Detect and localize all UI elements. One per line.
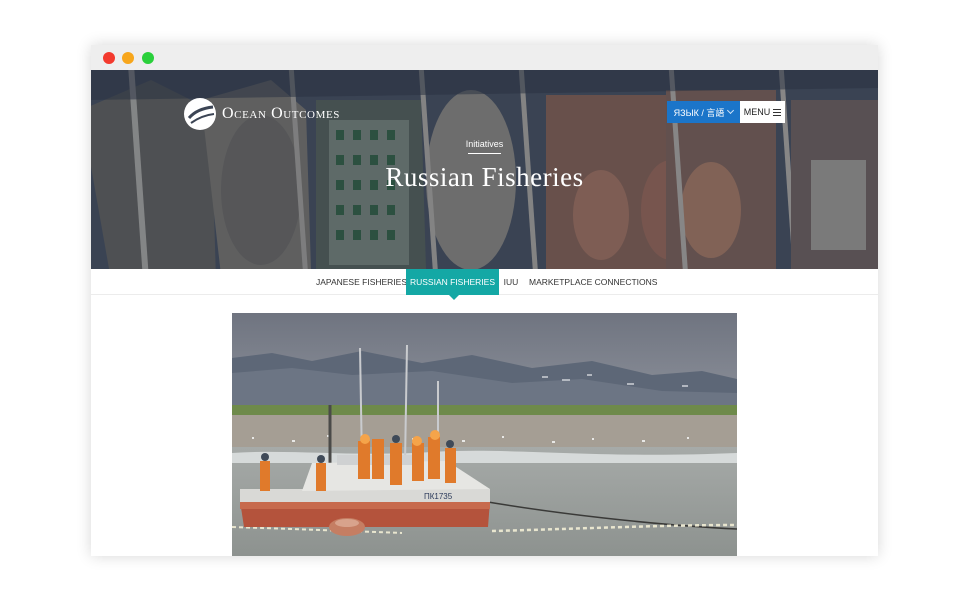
ocean-outcomes-logo-icon <box>184 98 216 130</box>
tab-marketplace-connections[interactable]: MARKETPLACE CONNECTIONS <box>529 269 657 295</box>
language-label: ЯЗЫК / 言語 <box>673 107 725 118</box>
hero-banner: Ocean Outcomes ЯЗЫК / 言語 MENU Initiative… <box>91 70 878 269</box>
fishing-boat-photo: ПК1735 <box>232 313 737 556</box>
initiatives-subnav: JAPANESE FISHERIES RUSSIAN FISHERIES IUU… <box>91 269 878 295</box>
chevron-down-icon <box>727 106 735 115</box>
tab-label: RUSSIAN FISHERIES <box>409 277 496 287</box>
menu-label: MENU <box>743 107 771 117</box>
page-title: Russian Fisheries <box>385 162 584 192</box>
site-logo[interactable]: Ocean Outcomes <box>183 97 353 131</box>
language-selector-button[interactable]: ЯЗЫК / 言語 <box>667 101 740 123</box>
breadcrumb-initiatives[interactable]: Initiatives <box>91 139 878 149</box>
breadcrumb-label: Initiatives <box>465 139 504 149</box>
window-titlebar <box>91 45 878 70</box>
minimize-window-button[interactable] <box>122 52 134 64</box>
hamburger-icon <box>773 108 782 116</box>
tab-label: JAPANESE FISHERIES <box>316 277 408 287</box>
tab-label: IUU <box>503 277 519 287</box>
tab-russian-fisheries[interactable]: RUSSIAN FISHERIES <box>406 269 499 295</box>
eyebrow-underline <box>468 153 501 154</box>
menu-button[interactable]: MENU <box>740 101 785 123</box>
active-tab-caret <box>449 295 459 300</box>
browser-window: Ocean Outcomes ЯЗЫК / 言語 MENU Initiative… <box>91 45 878 556</box>
tab-label: MARKETPLACE CONNECTIONS <box>529 277 658 287</box>
logo-text: Ocean Outcomes <box>222 105 341 122</box>
fishing-boat-image: ПК1735 <box>232 313 737 556</box>
boat-number-label: ПК1735 <box>424 492 453 501</box>
tab-japanese-fisheries[interactable]: JAPANESE FISHERIES <box>316 269 407 295</box>
maximize-window-button[interactable] <box>142 52 154 64</box>
close-window-button[interactable] <box>103 52 115 64</box>
tab-iuu[interactable]: IUU <box>501 269 521 295</box>
